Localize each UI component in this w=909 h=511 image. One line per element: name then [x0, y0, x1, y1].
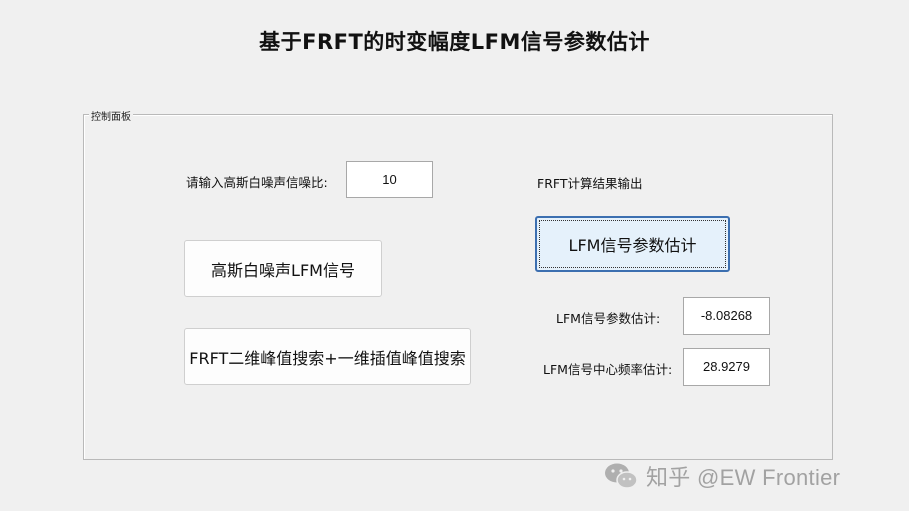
center-freq-label: LFM信号中心频率估计:: [543, 362, 673, 377]
window-title: 基于FRFT的时变幅度LFM信号参数估计: [259, 30, 650, 54]
peak-search-button[interactable]: FRFT二维峰值搜索+一维插值峰值搜索: [184, 328, 471, 385]
param-estimate-field[interactable]: -8.08268: [683, 297, 770, 335]
watermark: 知乎 @EW Frontier: [604, 460, 840, 492]
generate-signal-button[interactable]: 高斯白噪声LFM信号: [184, 240, 382, 297]
watermark-text: 知乎 @EW Frontier: [646, 465, 841, 490]
wechat-icon: [605, 463, 638, 489]
snr-input[interactable]: 10: [346, 161, 433, 198]
estimate-params-button[interactable]: LFM信号参数估计: [535, 216, 730, 272]
panel-label: 控制面板: [89, 108, 133, 123]
output-label: FRFT计算结果输出: [537, 176, 643, 191]
snr-label: 请输入高斯白噪声信噪比:: [186, 175, 328, 190]
param-estimate-label: LFM信号参数估计:: [556, 311, 661, 326]
center-freq-field[interactable]: 28.9279: [683, 348, 770, 386]
